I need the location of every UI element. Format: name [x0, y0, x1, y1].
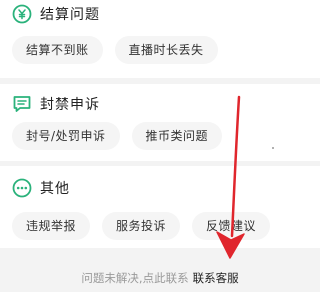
chip-violation-report[interactable]: 违规举报 — [12, 212, 91, 240]
chip-service-complaint[interactable]: 服务投诉 — [102, 212, 181, 240]
chip-ban-penalty-appeal[interactable]: 封号/处罚申诉 — [12, 122, 120, 150]
section-title: 结算问题 — [40, 7, 100, 23]
section-ban-appeal: 封禁申诉 封号/处罚申诉 推币类问题 — [0, 84, 320, 161]
section-other: 其他 违规举报 服务投诉 反馈建议 — [0, 166, 320, 248]
contact-support-link[interactable]: 联系客服 — [193, 271, 239, 285]
chip-coin-issue[interactable]: 推币类问题 — [131, 122, 223, 150]
footer: 问题未解决,点此联系 联系客服 — [0, 270, 320, 286]
footer-text: 问题未解决,点此联系 — [81, 271, 189, 285]
more-dots-icon — [12, 178, 32, 198]
chip-feedback[interactable]: 反馈建议 — [192, 212, 271, 240]
section-header: 封禁申诉 — [12, 94, 100, 114]
wallet-icon — [12, 4, 32, 24]
chip-settlement-not-received[interactable]: 结算不到账 — [12, 36, 103, 64]
section-title: 封禁申诉 — [40, 97, 100, 113]
section-settlement: 结算问题 结算不到账 直播时长丢失 — [0, 0, 320, 78]
message-icon — [13, 96, 31, 112]
stray-dot — [272, 147, 274, 149]
section-header: 结算问题 — [12, 4, 100, 24]
chip-live-duration-lost[interactable]: 直播时长丢失 — [114, 36, 218, 64]
section-title: 其他 — [40, 181, 70, 197]
section-header: 其他 — [12, 178, 70, 198]
